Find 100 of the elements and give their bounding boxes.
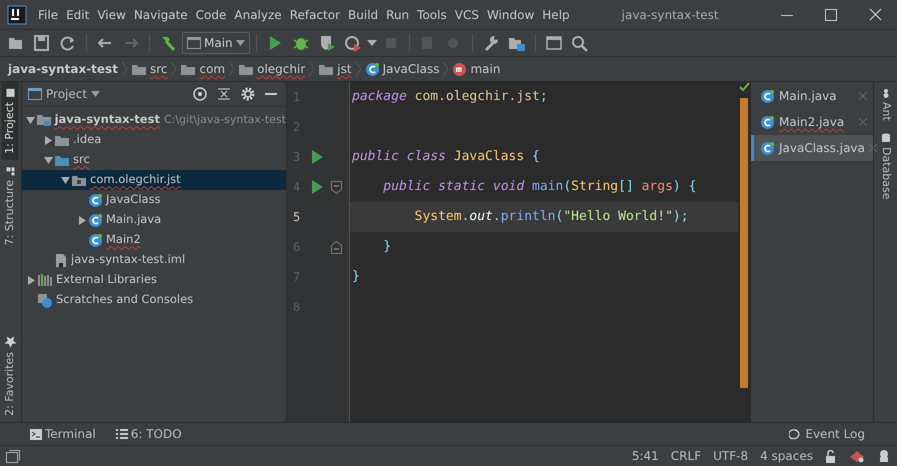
menu-item[interactable]: VCS <box>450 6 483 24</box>
breadcrumb-item[interactable]: jst <box>337 60 352 78</box>
panel-title[interactable]: Project <box>46 85 88 103</box>
module-folder-icon <box>36 113 52 127</box>
folder-icon <box>238 62 254 76</box>
tree-item[interactable]: java-syntax-test.iml <box>22 250 286 270</box>
unlock-icon[interactable] <box>825 450 837 462</box>
code-line: System.out.println("Hello World!"); <box>414 208 689 226</box>
run-icon[interactable] <box>311 150 323 164</box>
class-icon <box>88 192 103 208</box>
fold-icon[interactable] <box>331 240 342 254</box>
method-icon <box>452 62 468 76</box>
chevron-icon <box>122 62 127 76</box>
tree-item[interactable]: Main2 <box>22 230 286 250</box>
terminal-icon <box>30 428 42 440</box>
menu-item[interactable]: File <box>34 6 62 24</box>
status-item[interactable]: 5:41 <box>632 447 659 465</box>
class-icon <box>364 62 380 76</box>
libraries-icon <box>37 273 53 287</box>
tree-item-label: Main2 <box>106 231 141 248</box>
run-configuration-dropdown[interactable]: Main <box>182 32 250 54</box>
window-icon <box>187 37 201 49</box>
checkmark-icon <box>738 82 750 92</box>
status-item[interactable]: CRLF <box>670 447 702 465</box>
collapse-arrow-icon[interactable] <box>60 176 70 184</box>
window-icon <box>28 88 42 100</box>
tree-item[interactable]: External Libraries <box>22 270 286 290</box>
chevron-icon <box>229 62 234 76</box>
code-line: public class JavaClass { <box>352 148 540 166</box>
folder-icon <box>54 134 70 146</box>
tool-window-tab[interactable]: Ant <box>877 82 894 127</box>
fold-icon[interactable] <box>331 180 342 194</box>
editor-tab[interactable]: Main.java <box>751 83 873 109</box>
breadcrumb-item[interactable]: main <box>470 60 500 78</box>
expand-arrow-icon[interactable] <box>44 136 52 144</box>
collapse-arrow-icon[interactable] <box>44 156 52 164</box>
tree-item-label: External Libraries <box>56 271 158 288</box>
class-icon <box>760 140 775 156</box>
tree-item-label: Scratches and Consoles <box>56 291 194 308</box>
tool-window-tab[interactable]: Terminal <box>30 425 96 443</box>
breadcrumb-item[interactable]: olegchir <box>257 60 306 78</box>
editor-tab[interactable]: Main2.java <box>751 109 873 135</box>
menu-item[interactable]: Refactor <box>286 6 344 24</box>
tool-window-tab[interactable]: Event Log <box>789 425 865 443</box>
code-line: } <box>382 238 392 256</box>
tree-item[interactable]: src <box>22 150 286 170</box>
folder-icon <box>130 62 147 76</box>
caret-icon[interactable] <box>366 40 377 46</box>
tree-item-label: Main.java <box>106 211 162 228</box>
folder-icon <box>180 62 196 76</box>
menu-item[interactable]: Help <box>538 6 574 24</box>
tree-item[interactable]: JavaClass <box>22 190 286 210</box>
expand-arrow-icon[interactable] <box>26 276 36 284</box>
close-icon[interactable] <box>868 144 877 152</box>
tree-item[interactable]: com.olegchir.jst <box>22 170 286 190</box>
tool-window-tab[interactable]: 7: Structure <box>2 160 19 252</box>
status-item[interactable]: UTF-8 <box>713 447 748 465</box>
status-item[interactable]: 4 spaces <box>760 447 813 465</box>
tool-window-tab[interactable]: 6: TODO <box>116 425 182 443</box>
tool-window-tab[interactable]: Database <box>877 126 894 206</box>
database-icon <box>880 132 890 143</box>
tree-item[interactable]: Main.java <box>22 210 286 230</box>
panel-toggle-icon[interactable] <box>6 450 20 462</box>
tree-item-label: .idea <box>73 131 102 148</box>
project-path: C:\git\java-syntax-test <box>164 112 286 128</box>
collapse-arrow-icon[interactable] <box>26 116 35 124</box>
tree-item[interactable]: .idea <box>22 130 286 150</box>
chevron-icon <box>171 62 176 76</box>
class-icon <box>760 114 775 130</box>
caret-icon[interactable] <box>91 91 100 97</box>
package-folder-icon <box>71 174 87 186</box>
menu-item[interactable]: Tools <box>413 6 451 24</box>
code-line: package com.olegchir.jst; <box>352 88 548 106</box>
breadcrumb-item[interactable]: JavaClass <box>382 60 440 78</box>
breadcrumb-item[interactable]: com <box>199 60 226 78</box>
tool-window-tab[interactable]: 2: Favorites <box>2 330 19 422</box>
tool-window-tab[interactable]: 1: Project <box>2 82 19 160</box>
run-icon[interactable] <box>311 180 323 194</box>
menu-item[interactable]: Run <box>382 6 414 24</box>
class-icon <box>88 212 103 228</box>
tree-item[interactable]: Scratches and Consoles <box>22 290 286 310</box>
class-icon <box>88 232 103 248</box>
menu-item[interactable]: Build <box>344 6 382 24</box>
menu-item[interactable]: Navigate <box>130 6 192 24</box>
breadcrumb-item[interactable]: java-syntax-test <box>8 60 118 78</box>
star-icon <box>4 336 16 348</box>
menu-item[interactable]: View <box>93 6 130 24</box>
menu-item[interactable]: Code <box>192 6 230 24</box>
menu-item[interactable]: Window <box>482 6 538 24</box>
menu-item[interactable]: Edit <box>62 6 94 24</box>
tree-item-label: java-syntax-test.iml <box>71 251 186 268</box>
ant-icon <box>880 88 890 98</box>
file-icon <box>54 252 68 268</box>
tree-item-label: java-syntax-test <box>54 111 160 128</box>
tree-item-label: src <box>73 151 90 168</box>
expand-arrow-icon[interactable] <box>78 216 86 224</box>
breadcrumb-item[interactable]: src <box>150 60 168 78</box>
tree-item[interactable]: java-syntax-test C:\git\java-syntax-test <box>22 110 286 130</box>
menu-item[interactable]: Analyze <box>230 6 286 24</box>
folder-icon <box>318 62 334 76</box>
